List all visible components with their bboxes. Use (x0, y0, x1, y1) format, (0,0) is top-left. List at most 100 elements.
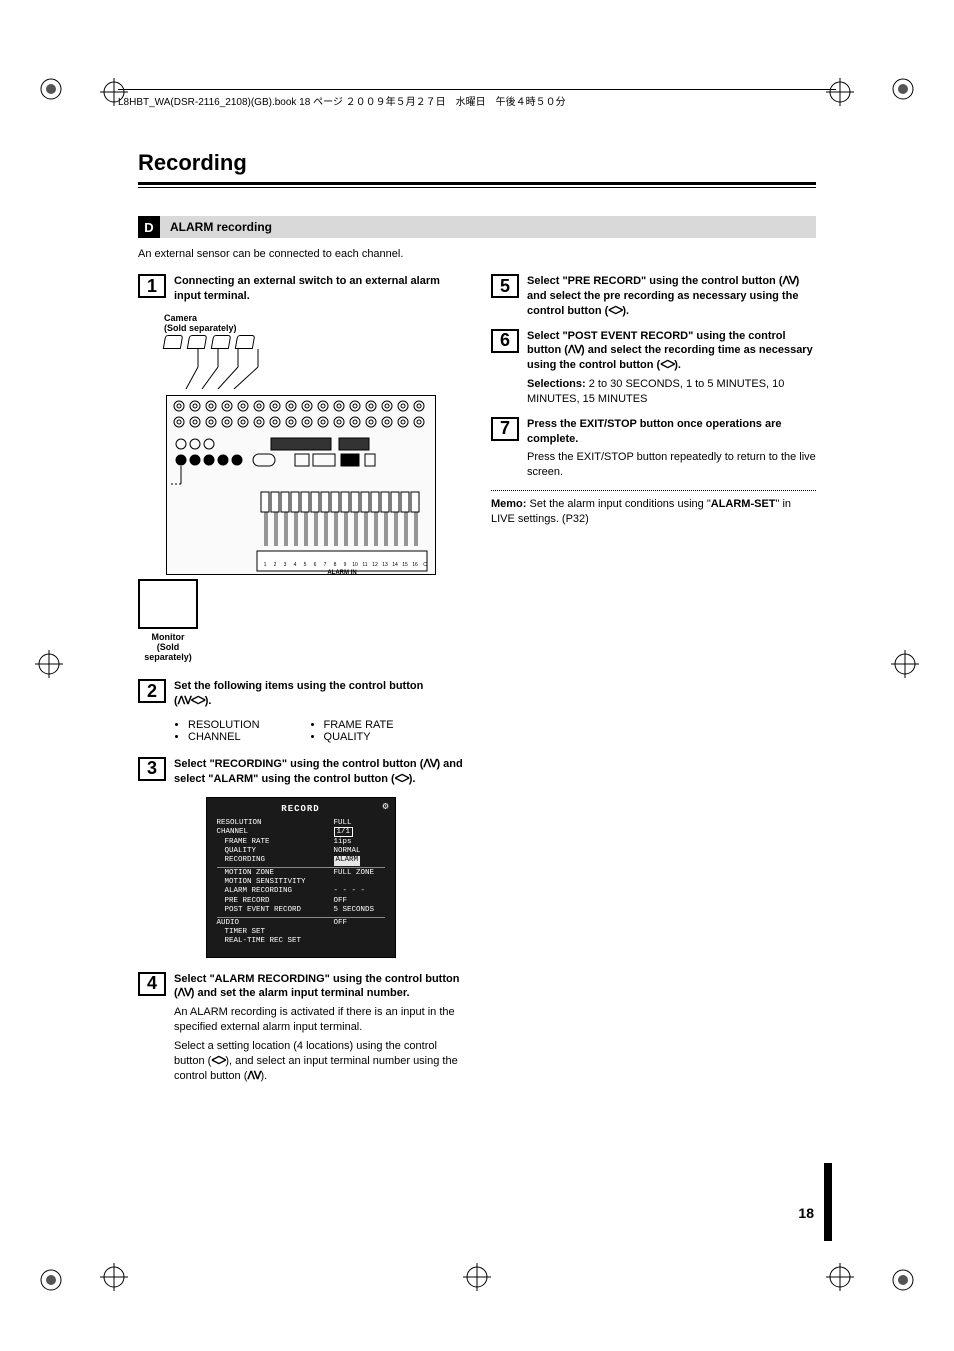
svg-text:C: C (423, 562, 427, 568)
step-number: 6 (491, 329, 519, 353)
bullet-item: FRAME RATE (324, 719, 394, 731)
connection-diagram: Camera (Sold separately) (138, 314, 463, 665)
arrows-ud-icon: ᐱᐯ (783, 275, 796, 287)
svg-text:3: 3 (283, 562, 286, 568)
record-panel-title: RECORD (215, 804, 387, 815)
camera-icon (235, 335, 255, 349)
step-5: 5 Select "PRE RECORD" using the control … (491, 274, 816, 319)
step-7-lead: Press the EXIT/STOP button once operatio… (527, 418, 782, 445)
section-bar: D ALARM recording (138, 216, 816, 238)
arrows-lr-icon: ᐸᐳ (608, 305, 622, 317)
record-panel-key: AUDIO (215, 919, 328, 928)
record-panel-key: TIMER SET (215, 928, 328, 937)
svg-text:15: 15 (402, 562, 408, 568)
registration-mark-icon (463, 1263, 491, 1291)
record-panel-value (328, 937, 387, 946)
registration-mark-icon (100, 1263, 128, 1291)
step-4: 4 Select "ALARM RECORDING" using the con… (138, 972, 463, 1084)
record-panel-value: FULL ZONE (328, 869, 387, 878)
step-4-body1: An ALARM recording is activated if there… (174, 1005, 463, 1035)
camera-icon (163, 335, 183, 349)
step-2-lead-b: ). (205, 695, 212, 707)
step-1: 1 Connecting an external switch to an ex… (138, 274, 463, 304)
record-panel-value: 5 SECONDS (328, 906, 387, 915)
memo-bold: ALARM-SET (711, 498, 776, 510)
step-4-lead-b: ) and set the alarm input terminal numbe… (191, 987, 410, 999)
record-panel-key: RESOLUTION (215, 819, 328, 828)
bullet-item: RESOLUTION (188, 719, 260, 731)
arrows-ud-icon: ᐱᐯ (568, 344, 581, 356)
svg-text:2: 2 (273, 562, 276, 568)
record-panel-key: PRE RECORD (215, 897, 328, 906)
step-3-lead-a: Select "RECORDING" using the control but… (174, 758, 423, 770)
crop-mark-icon (892, 1269, 914, 1291)
record-panel-key: MOTION SENSITIVITY (215, 878, 328, 887)
dvr-rear-panel: ALARM IN 1234 5678 9101112 13141516C (166, 395, 436, 575)
step-number: 2 (138, 679, 166, 703)
record-panel-key: REAL-TIME REC SET (215, 937, 328, 946)
arrows-ud-icon: ᐱᐯ (178, 987, 191, 999)
svg-text:6: 6 (313, 562, 316, 568)
step-6: 6 Select "POST EVENT RECORD" using the c… (491, 329, 816, 407)
svg-text:4: 4 (293, 562, 296, 568)
svg-text:11: 11 (362, 562, 367, 568)
memo-label: Memo: (491, 498, 526, 510)
record-panel-value (328, 878, 387, 887)
crop-mark-icon (892, 78, 914, 100)
dashed-rule (491, 490, 816, 491)
memo-text-a: Set the alarm input conditions using " (526, 498, 710, 510)
step-7-body: Press the EXIT/STOP button repeatedly to… (527, 450, 816, 480)
step-6-lead-c: ). (674, 359, 681, 371)
section-title: ALARM recording (170, 220, 272, 234)
bullet-item: QUALITY (324, 731, 394, 743)
header-book-line: L8HBT_WA(DSR-2116_2108)(GB).book 18 ページ … (118, 89, 836, 108)
record-panel-value: - - - - (328, 887, 387, 896)
bullet-item: CHANNEL (188, 731, 260, 743)
wiring-icon (166, 349, 436, 389)
step-number: 7 (491, 417, 519, 441)
memo-block: Memo: Set the alarm input conditions usi… (491, 497, 816, 527)
svg-text:7: 7 (323, 562, 326, 568)
crop-mark-icon (40, 1269, 62, 1291)
svg-text:1: 1 (263, 562, 266, 568)
arrows-lr-icon: ᐸᐳ (660, 359, 674, 371)
record-panel-value: OFF (328, 897, 387, 906)
title-rule (138, 182, 816, 188)
monitor-caption: Monitor (Sold separately) (138, 633, 198, 663)
step-7: 7 Press the EXIT/STOP button once operat… (491, 417, 816, 480)
arrows-udlr-icon: ᐱᐯᐸᐳ (178, 695, 205, 707)
step-3: 3 Select "RECORDING" using the control b… (138, 757, 463, 787)
record-panel-key: CHANNEL (215, 828, 328, 837)
gear-icon: ⚙ (382, 802, 388, 815)
svg-text:16: 16 (412, 562, 418, 568)
section-letter: D (138, 216, 160, 238)
record-panel-value (328, 928, 387, 937)
registration-mark-icon (826, 1263, 854, 1291)
page-title: Recording (138, 150, 816, 176)
step-number: 5 (491, 274, 519, 298)
side-tab (824, 1163, 832, 1241)
arrows-ud-icon: ᐱᐯ (247, 1070, 260, 1082)
svg-text:5: 5 (303, 562, 306, 568)
record-panel-key: QUALITY (215, 847, 328, 856)
record-osd-panel: ⚙ RECORD RESOLUTIONFULLCHANNEL1/1FRAME R… (206, 797, 396, 958)
page-number: 18 (798, 1205, 814, 1221)
svg-text:10: 10 (352, 562, 358, 568)
record-panel-key: FRAME RATE (215, 838, 328, 847)
camera-caption: Camera (Sold separately) (164, 314, 463, 334)
arrows-lr-icon: ᐸᐳ (395, 773, 409, 785)
camera-icon (211, 335, 231, 349)
svg-text:12: 12 (372, 562, 378, 568)
step-1-lead: Connecting an external switch to an exte… (174, 275, 440, 302)
arrows-lr-icon: ᐸᐳ (211, 1055, 225, 1067)
step-6-sel-label: Selections: (527, 378, 586, 390)
step-number: 1 (138, 274, 166, 298)
svg-text:9: 9 (343, 562, 346, 568)
record-panel-value: NORMAL (328, 847, 387, 856)
svg-text:13: 13 (382, 562, 388, 568)
camera-icon (187, 335, 207, 349)
step-2-bullets: RESOLUTION CHANNEL FRAME RATE QUALITY (174, 719, 463, 743)
record-panel-key: ALARM RECORDING (215, 887, 328, 896)
monitor-icon (138, 579, 198, 629)
svg-text:8: 8 (333, 562, 336, 568)
